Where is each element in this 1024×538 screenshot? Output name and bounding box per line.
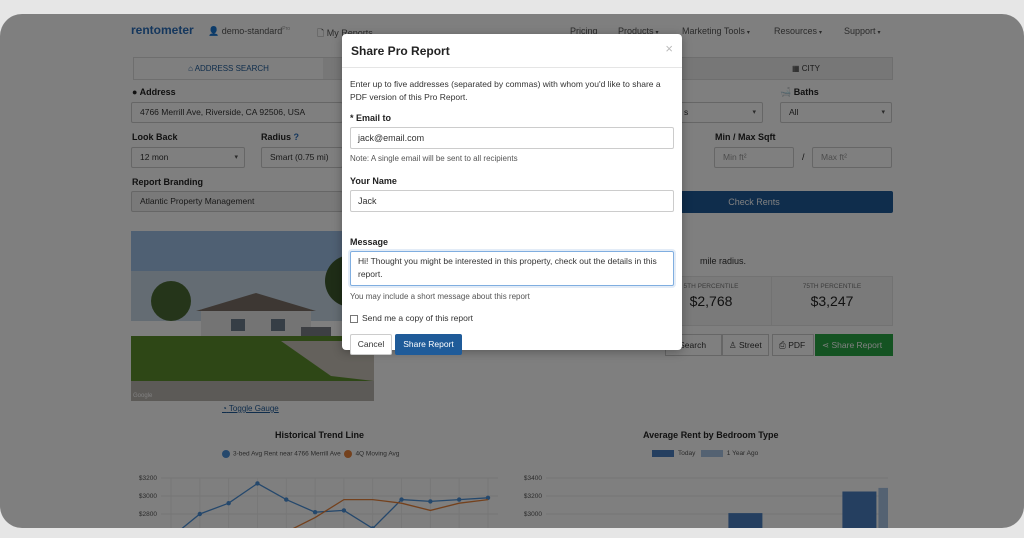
message-textarea[interactable]: Hi! Thought you might be interested in t… xyxy=(350,251,674,286)
modal-divider xyxy=(342,67,682,68)
message-label: Message xyxy=(350,237,389,247)
app-frame: rentometer 👤 demo-standardPro 🗋 My Repor… xyxy=(0,14,1024,528)
copy-checkbox[interactable] xyxy=(350,314,358,323)
email-field[interactable]: jack@email.com xyxy=(350,127,674,149)
email-note: Note: A single email will be sent to all… xyxy=(350,154,518,163)
background-page: rentometer 👤 demo-standardPro 🗋 My Repor… xyxy=(0,14,1024,528)
name-field[interactable]: Jack xyxy=(350,190,674,212)
copy-checkbox-row[interactable]: Send me a copy of this report xyxy=(350,313,473,323)
message-help: You may include a short message about th… xyxy=(350,292,530,301)
copy-checkbox-label: Send me a copy of this report xyxy=(362,313,474,323)
close-icon[interactable]: × xyxy=(665,41,673,56)
share-report-submit-button[interactable]: Share Report xyxy=(395,334,462,355)
modal-title: Share Pro Report xyxy=(351,44,450,58)
modal-intro: Enter up to five addresses (separated by… xyxy=(350,79,661,102)
email-label: * Email to xyxy=(350,113,392,123)
cancel-button[interactable]: Cancel xyxy=(350,334,392,355)
share-report-modal: Share Pro Report × Enter up to five addr… xyxy=(342,34,682,355)
name-label: Your Name xyxy=(350,176,397,186)
